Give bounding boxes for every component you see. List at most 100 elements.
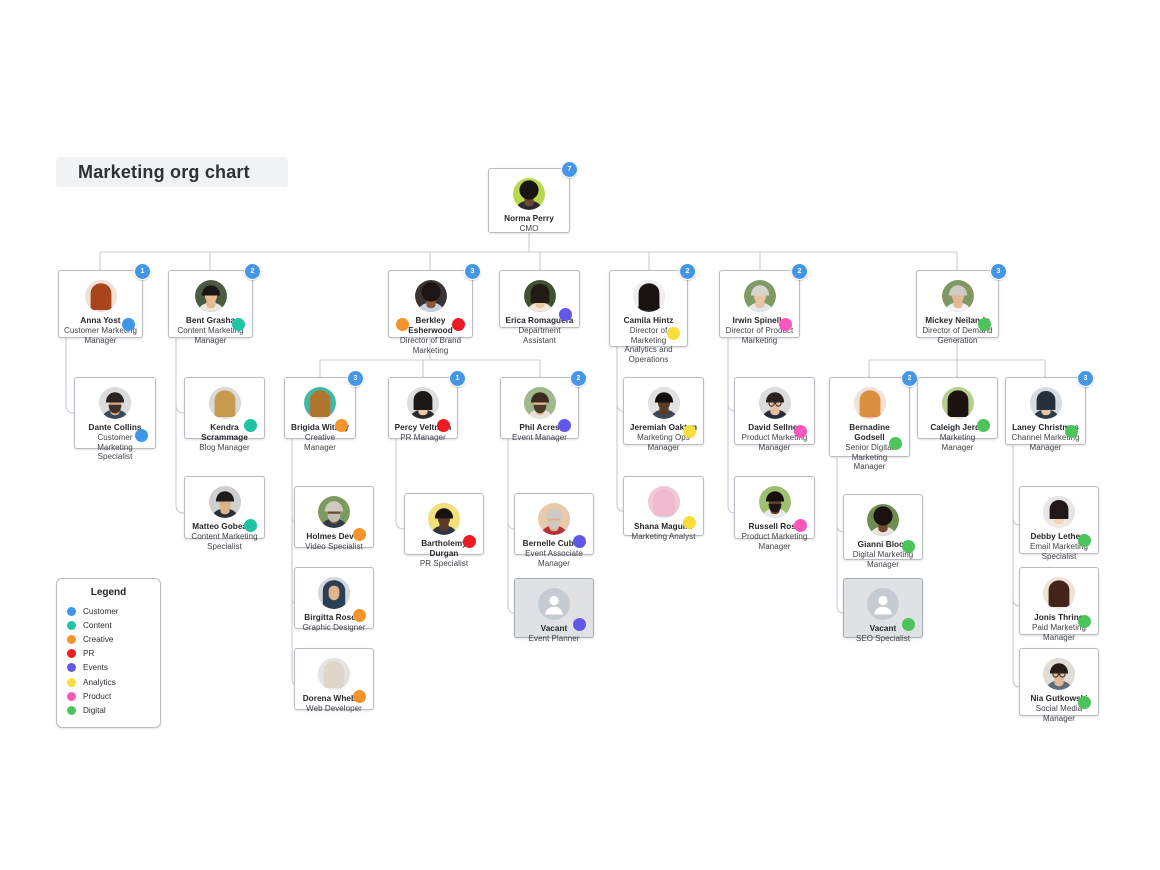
legend-item[interactable]: Customer <box>67 604 160 618</box>
legend-item-label: Events <box>83 663 109 673</box>
avatar <box>1043 577 1075 609</box>
legend-item[interactable]: Analytics <box>67 675 160 689</box>
org-node-holmes[interactable]: Holmes Dever Video Specialist <box>294 486 374 551</box>
department-color-dot <box>1078 615 1091 628</box>
org-node-mickey[interactable]: Mickey Neilands Director of Demand Genera… <box>916 263 1007 345</box>
vacant-avatar-icon <box>538 588 570 620</box>
legend-item-label: Customer <box>83 606 119 616</box>
department-color-dot <box>452 318 465 331</box>
report-count-badge[interactable]: 2 <box>679 263 696 280</box>
org-node-david[interactable]: David Sellner Product Marketing Manager <box>734 377 815 452</box>
node-person-role: Marketing Manager <box>939 433 976 452</box>
org-node-jonis[interactable]: Jonis Thring Paid Marketing Manager <box>1019 567 1099 642</box>
avatar <box>513 178 545 210</box>
org-node-erica[interactable]: Erica Romaguera Department Assistant <box>499 270 580 345</box>
org-node-gianni[interactable]: Gianni Block Digital Marketing Manager <box>843 494 923 569</box>
avatar <box>758 486 791 518</box>
page-title-text: Marketing org chart <box>78 161 250 182</box>
department-color-dot <box>244 519 257 532</box>
org-node-matteo[interactable]: Matteo Gobeaux Content Marketing Speciali… <box>184 476 265 551</box>
report-count-badge[interactable]: 2 <box>244 263 261 280</box>
org-node-debby[interactable]: Debby Lethem Email Marketing Specialist <box>1019 486 1099 561</box>
legend-item[interactable]: Creative <box>67 632 160 646</box>
org-node-dante[interactable]: Dante Collins Customer Marketing Speciali… <box>74 377 156 461</box>
node-person-role: Department Assistant <box>518 326 561 345</box>
legend-item[interactable]: PR <box>67 647 160 661</box>
department-color-dot <box>977 419 990 432</box>
org-node-bent[interactable]: Bent Grasha Content Marketing Manager 2 <box>168 263 261 345</box>
org-node-anna[interactable]: Anna Yost Customer Marketing Manager 1 <box>58 263 151 345</box>
page-title: Marketing org chart <box>56 157 288 187</box>
avatar <box>743 280 776 312</box>
org-node-shana[interactable]: Shana Maguire Marketing Analyst <box>623 476 704 541</box>
org-chart-canvas: Marketing org chart Norma Perry CMO 7 Anna … <box>0 0 1160 870</box>
department-color-dot <box>353 690 366 703</box>
legend-color-dot <box>67 620 76 630</box>
org-node-percy[interactable]: Percy Veltman PR Manager 1 <box>388 370 466 442</box>
report-count-badge[interactable]: 3 <box>464 263 481 280</box>
org-node-kendra[interactable]: Kendra Scrammage Blog Manager <box>184 377 265 452</box>
org-node-jeremiah[interactable]: Jeremiah Oakton Marketing Ops Manager <box>623 377 704 452</box>
avatar <box>538 503 570 535</box>
avatar <box>941 387 974 419</box>
department-color-dot <box>135 429 148 442</box>
node-person-name: Camila Hintz <box>623 316 674 325</box>
report-count-badge[interactable]: 1 <box>134 263 151 280</box>
org-node-irwin[interactable]: Irwin Spinello Director of Product Market… <box>719 263 808 345</box>
org-node-brigida[interactable]: Brigida Withey Creative Manager 3 <box>284 370 364 452</box>
node-person-role: CMO <box>519 224 539 233</box>
node-person-role: Marketing Analyst <box>631 532 696 541</box>
node-person-role: Event Planner <box>528 634 580 643</box>
org-node-caleigh[interactable]: Caleigh Jerde Marketing Manager <box>917 377 998 452</box>
org-node-bernadine[interactable]: Bernadine Godsell Senior Digital Marketin… <box>829 370 918 471</box>
report-count-badge[interactable]: 7 <box>561 161 578 178</box>
org-node-berkley[interactable]: Berkley Esherwood Director of Brand Marke… <box>388 263 481 355</box>
avatar <box>318 496 350 528</box>
report-count-badge[interactable]: 1 <box>449 370 466 387</box>
legend-item[interactable]: Product <box>67 689 160 703</box>
org-node-vacant1[interactable]: Vacant Event Planner <box>514 578 594 643</box>
org-node-phil[interactable]: Phil Acres Event Manager 2 <box>500 370 587 442</box>
report-count-badge[interactable]: 3 <box>990 263 1007 280</box>
org-node-russell[interactable]: Russell Ross Product Marketing Manager <box>734 476 815 551</box>
org-node-bartholemy[interactable]: Bartholemy Durgan PR Specialist <box>404 493 484 568</box>
legend-item[interactable]: Events <box>67 661 160 675</box>
legend-item-label: Analytics <box>83 677 116 687</box>
node-person-role: Product Marketing Manager <box>741 532 808 551</box>
node-person-role: PR Specialist <box>419 559 469 568</box>
avatar <box>647 486 680 518</box>
org-node-norma[interactable]: Norma Perry CMO 7 <box>488 161 578 233</box>
department-color-dot <box>902 540 915 553</box>
report-count-badge[interactable]: 2 <box>791 263 808 280</box>
legend-item[interactable]: Digital <box>67 703 160 717</box>
legend-item[interactable]: Content <box>67 618 160 632</box>
department-color-dot <box>396 318 409 331</box>
org-node-bernelle[interactable]: Bernelle Cubley Event Associate Manager <box>514 493 594 568</box>
org-node-dorena[interactable]: Dorena Whebell Web Developer <box>294 648 374 713</box>
report-count-badge[interactable]: 3 <box>347 370 364 387</box>
report-count-badge[interactable]: 2 <box>901 370 918 387</box>
department-color-dot <box>353 609 366 622</box>
node-person-role: Blog Manager <box>199 443 250 452</box>
node-person-role: Event Manager <box>512 433 567 442</box>
node-person-role: Director of Brand Marketing <box>399 336 462 355</box>
department-color-dot <box>794 519 807 532</box>
legend-item-label: Digital <box>83 705 106 715</box>
avatar <box>1029 387 1062 419</box>
legend-title: Legend <box>90 587 127 598</box>
node-person-role: Web Developer <box>306 704 362 713</box>
org-node-birgitta[interactable]: Birgitta Rosoni Graphic Designer <box>294 567 374 632</box>
report-count-badge[interactable]: 2 <box>570 370 587 387</box>
org-node-laney[interactable]: Laney Christmas Channel Marketing Manager… <box>1005 370 1094 452</box>
org-node-nia[interactable]: Nia Gutkowski Social Media Manager <box>1019 648 1099 723</box>
avatar <box>304 387 336 419</box>
department-color-dot <box>559 308 572 321</box>
report-count-badge[interactable]: 3 <box>1077 370 1094 387</box>
org-node-vacant2[interactable]: Vacant SEO Specialist <box>843 578 923 643</box>
legend-color-dot <box>67 677 76 687</box>
org-node-camila[interactable]: Camila Hintz Director of Marketing Analyt… <box>609 263 696 364</box>
department-color-dot <box>902 618 915 631</box>
department-color-dot <box>437 419 450 432</box>
legend-color-dot <box>67 663 76 673</box>
department-color-dot <box>244 419 257 432</box>
